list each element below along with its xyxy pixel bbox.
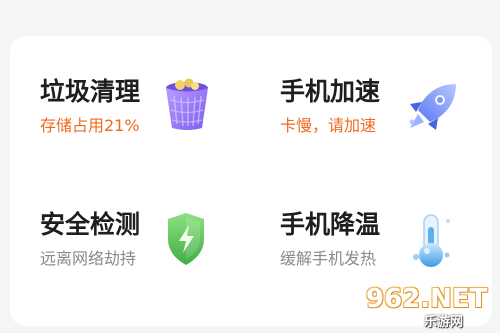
speed-up-subtitle: 卡慢，请加速 (280, 116, 377, 135)
speed-up-tile[interactable]: 手机加速 卡慢，请加速 (280, 76, 500, 186)
security-check-title: 安全检测 (40, 210, 141, 239)
watermark-sub-text: 乐游网 (424, 315, 464, 330)
security-check-subtitle: 远离网络劫持 (40, 249, 137, 268)
feature-card: 垃圾清理 存储占用21% 手机加速 卡慢，请加速 安全检测 远离网络劫持 手机降… (10, 36, 492, 326)
site-watermark: 962.NET 乐游网 (360, 284, 495, 330)
shield-lightning-icon (168, 213, 204, 265)
cool-down-subtitle: 缓解手机发热 (280, 249, 377, 268)
junk-clean-title: 垃圾清理 (40, 77, 141, 106)
rocket-icon (409, 84, 456, 130)
junk-clean-tile[interactable]: 垃圾清理 存储占用21% (40, 76, 270, 186)
junk-clean-subtitle: 存储占用21% (40, 116, 140, 135)
security-check-tile[interactable]: 安全检测 远离网络劫持 (40, 209, 270, 319)
speed-up-title: 手机加速 (280, 77, 381, 106)
cool-down-title: 手机降温 (280, 210, 381, 239)
watermark-main-text: 962.NET (366, 284, 488, 314)
trash-bin-icon (166, 78, 208, 130)
thermometer-icon (413, 214, 450, 267)
